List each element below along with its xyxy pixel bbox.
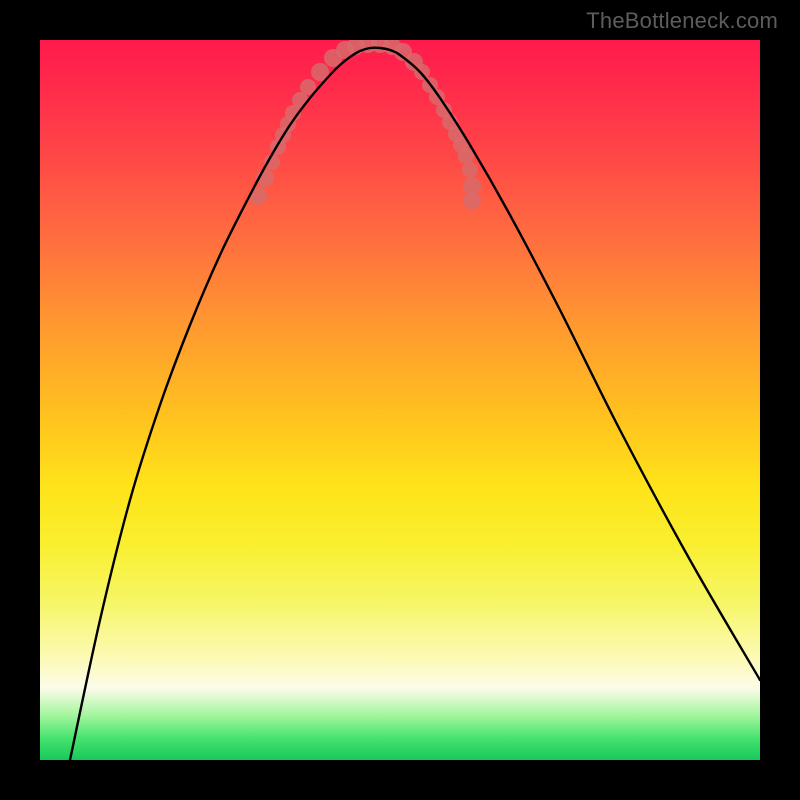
scatter-dot bbox=[462, 162, 478, 178]
scatter-dot bbox=[458, 148, 474, 164]
plot-area bbox=[40, 40, 760, 760]
scatter-dot bbox=[463, 192, 481, 210]
bottleneck-curve-svg bbox=[40, 40, 760, 760]
scatter-dots bbox=[249, 40, 481, 210]
chart-frame: TheBottleneck.com bbox=[0, 0, 800, 800]
watermark-text: TheBottleneck.com bbox=[586, 8, 778, 34]
bottleneck-curve bbox=[70, 48, 760, 760]
